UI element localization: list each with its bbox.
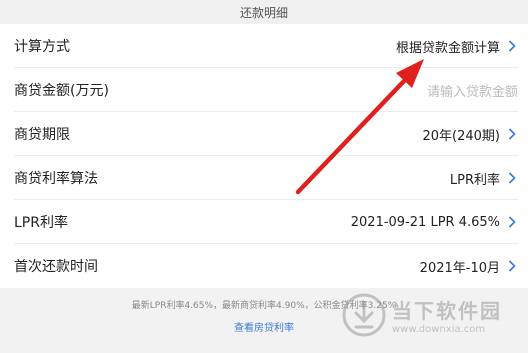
chevron-right-icon	[506, 259, 518, 273]
chevron-right-icon	[506, 127, 518, 141]
loan-amount-input[interactable]: 请输入贷款金额	[427, 81, 518, 100]
row-label: 商贷利率算法	[14, 171, 98, 187]
row-value: 根据贷款金额计算	[395, 40, 500, 56]
chevron-right-icon	[506, 215, 518, 229]
chevron-right-icon	[506, 171, 518, 185]
header-bar: 还款明细	[0, 0, 528, 24]
row-value: 20年(240期)	[422, 128, 501, 144]
watermark: 当下软件园 www.downxia.com	[340, 289, 512, 341]
row-loan-amount[interactable]: 商贷金额(万元) 请输入贷款金额	[0, 68, 528, 112]
row-lpr-rate[interactable]: LPR利率 2021-09-21 LPR 4.65%	[0, 200, 528, 244]
page-title: 还款明细	[239, 5, 288, 20]
row-value: LPR利率	[449, 172, 500, 188]
row-label: 商贷金额(万元)	[14, 83, 109, 99]
repayment-detail-list: 计算方式 根据贷款金额计算 商贷金额(万元) 请输入贷款金额 商贷期限 20年(…	[0, 24, 528, 288]
view-rates-link[interactable]: 查看房贷利率	[234, 319, 294, 334]
watermark-logo-icon	[342, 293, 386, 337]
chevron-right-icon	[506, 39, 518, 53]
row-calculation-method[interactable]: 计算方式 根据贷款金额计算	[0, 24, 528, 68]
row-label: 商贷期限	[14, 127, 70, 143]
row-rate-method[interactable]: 商贷利率算法 LPR利率	[0, 156, 528, 200]
row-label: 计算方式	[14, 39, 70, 55]
watermark-url: www.downxia.com	[392, 324, 486, 335]
watermark-name: 当下软件园	[392, 299, 502, 323]
row-value: 2021年-10月	[419, 260, 500, 276]
row-loan-term[interactable]: 商贷期限 20年(240期)	[0, 112, 528, 156]
row-label: 首次还款时间	[14, 259, 98, 275]
row-first-repayment[interactable]: 首次还款时间 2021年-10月	[0, 244, 528, 288]
row-value: 2021-09-21 LPR 4.65%	[350, 214, 500, 230]
row-label: LPR利率	[14, 215, 68, 231]
